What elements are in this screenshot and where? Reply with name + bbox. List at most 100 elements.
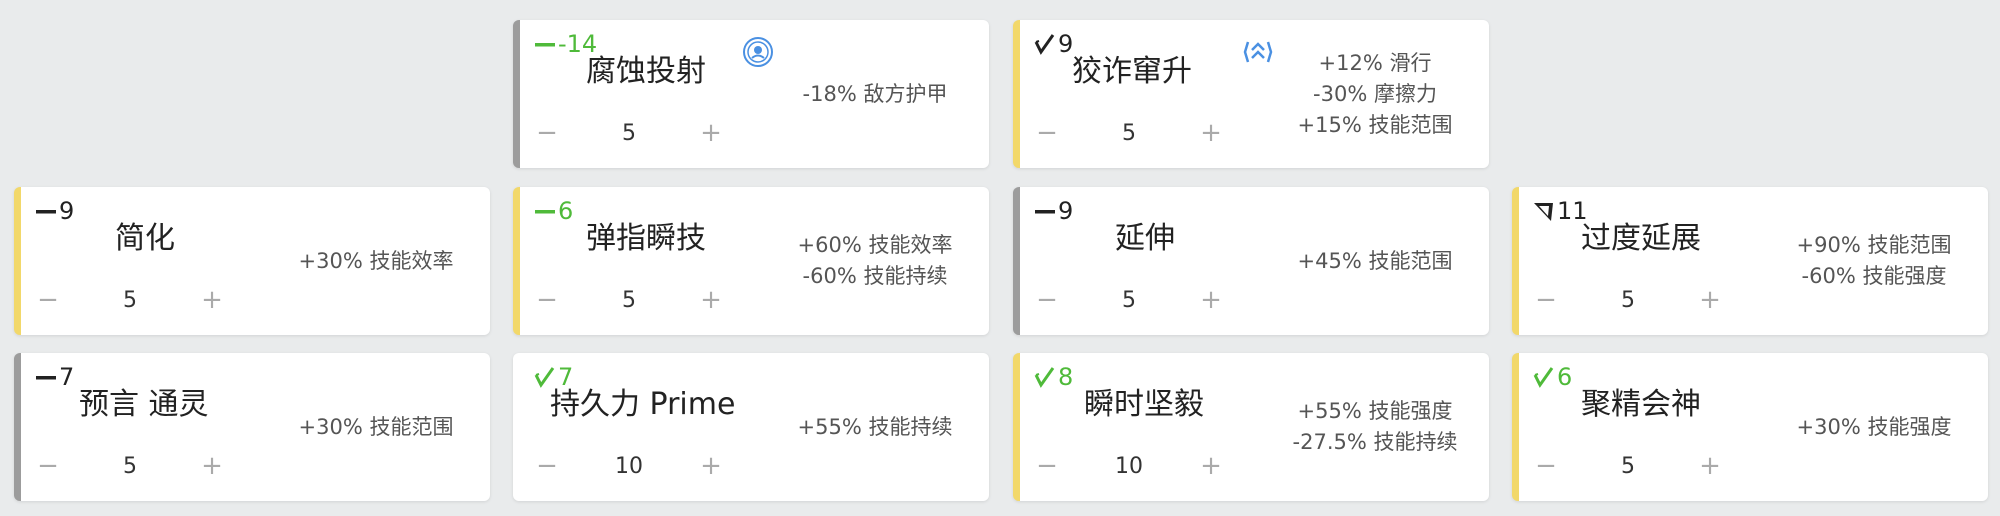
rank-increase-button[interactable]: + xyxy=(199,285,225,315)
dash-polarity-icon xyxy=(35,199,57,223)
rank-decrease-button[interactable]: − xyxy=(534,118,560,148)
mod-drain-value: 9 xyxy=(1058,30,1074,58)
rank-increase-button[interactable]: + xyxy=(1198,451,1224,481)
mod-stats: +90% 技能范围 -60% 技能强度 xyxy=(1769,187,1979,335)
vazarin-polarity-icon xyxy=(1533,199,1555,223)
mod-stats: +60% 技能效率 -60% 技能持续 xyxy=(770,187,980,335)
rank-value: 5 xyxy=(1621,287,1635,313)
rank-control: − 5 + xyxy=(1533,285,1723,315)
rank-decrease-button[interactable]: − xyxy=(534,285,560,315)
mod-card[interactable]: 9 延伸 − 5 + +45% 技能范围 xyxy=(1013,187,1489,335)
rank-increase-button[interactable]: + xyxy=(698,451,724,481)
mod-name: 预言 通灵 xyxy=(79,387,209,422)
rank-decrease-button[interactable]: − xyxy=(35,285,61,315)
mod-drain: 9 xyxy=(1034,30,1073,58)
rank-control: − 5 + xyxy=(534,118,724,148)
mod-stat-line: -30% 摩擦力 xyxy=(1313,81,1437,106)
mod-name: 持久力 Prime xyxy=(550,387,736,422)
rank-increase-button[interactable]: + xyxy=(1198,118,1224,148)
mod-drain-value: 9 xyxy=(1058,197,1074,225)
rank-control: − 10 + xyxy=(534,451,724,481)
rank-value: 10 xyxy=(1115,453,1143,479)
dash-polarity-icon xyxy=(534,199,556,223)
rank-decrease-button[interactable]: − xyxy=(1034,285,1060,315)
rank-control: − 5 + xyxy=(1034,285,1224,315)
mod-stats: +30% 技能强度 xyxy=(1769,353,1979,501)
mod-drain-value: 7 xyxy=(59,363,75,391)
mod-name: 聚精会神 xyxy=(1581,387,1701,422)
mod-card[interactable]: 6 聚精会神 − 5 + +30% 技能强度 xyxy=(1512,353,1988,501)
mod-stat-line: -18% 敌方护甲 xyxy=(802,81,948,106)
rank-increase-button[interactable]: + xyxy=(698,285,724,315)
rank-value: 10 xyxy=(615,453,643,479)
mod-name: 弹指瞬技 xyxy=(586,221,706,256)
mod-stats: +30% 技能效率 xyxy=(271,187,481,335)
mod-card[interactable]: 8 瞬时坚毅 − 10 + +55% 技能强度 -27.5% 技能持续 xyxy=(1013,353,1489,501)
rank-decrease-button[interactable]: − xyxy=(1034,451,1060,481)
rank-value: 5 xyxy=(622,120,636,146)
rank-decrease-button[interactable]: − xyxy=(1034,118,1060,148)
mod-name: 延伸 xyxy=(1115,221,1175,256)
mod-stats: +12% 滑行 -30% 摩擦力 +15% 技能范围 xyxy=(1270,20,1480,168)
rank-decrease-button[interactable]: − xyxy=(1533,451,1559,481)
rank-control: − 5 + xyxy=(35,451,225,481)
mod-drain: 6 xyxy=(534,197,573,225)
rank-increase-button[interactable]: + xyxy=(1697,285,1723,315)
madurai-polarity-icon xyxy=(1533,365,1555,389)
mod-stat-line: +15% 技能范围 xyxy=(1297,112,1453,137)
mod-stat-line: +60% 技能效率 xyxy=(797,233,953,257)
mod-stat-line: +12% 滑行 xyxy=(1318,50,1432,75)
mod-stat-line: -60% 技能持续 xyxy=(802,264,948,288)
madurai-polarity-icon xyxy=(1034,32,1056,56)
rank-value: 5 xyxy=(1621,453,1635,479)
mod-name: 过度延展 xyxy=(1581,221,1701,256)
mod-drain: 7 xyxy=(35,363,74,391)
mod-name: 瞬时坚毅 xyxy=(1084,387,1204,422)
rank-increase-button[interactable]: + xyxy=(1198,285,1224,315)
mod-stat-line: +30% 技能效率 xyxy=(298,248,454,273)
rank-control: − 5 + xyxy=(534,285,724,315)
mod-card[interactable]: 9 简化 − 5 + +30% 技能效率 xyxy=(14,187,490,335)
mod-stat-line: -27.5% 技能持续 xyxy=(1292,430,1458,454)
mod-stat-line: +90% 技能范围 xyxy=(1796,233,1952,257)
rank-increase-button[interactable]: + xyxy=(199,451,225,481)
rank-value: 5 xyxy=(1122,287,1136,313)
rank-value: 5 xyxy=(123,287,137,313)
dash-polarity-icon xyxy=(35,365,57,389)
mod-drain: 11 xyxy=(1533,197,1588,225)
rank-decrease-button[interactable]: − xyxy=(35,451,61,481)
mod-drain: 9 xyxy=(35,197,74,225)
rank-increase-button[interactable]: + xyxy=(1697,451,1723,481)
rank-decrease-button[interactable]: − xyxy=(534,451,560,481)
mod-drain-value: 6 xyxy=(558,197,574,225)
mod-card[interactable]: 11 过度延展 − 5 + +90% 技能范围 -60% 技能强度 xyxy=(1512,187,1988,335)
rank-value: 5 xyxy=(123,453,137,479)
mod-stat-line: -60% 技能强度 xyxy=(1801,264,1947,288)
rank-control: − 5 + xyxy=(35,285,225,315)
mod-stat-line: +30% 技能范围 xyxy=(298,414,454,439)
mod-stat-line: +45% 技能范围 xyxy=(1297,248,1453,273)
mod-drain-value: 9 xyxy=(59,197,75,225)
mod-drain-value: 6 xyxy=(1557,363,1573,391)
mod-stats: +55% 技能持续 xyxy=(770,353,980,501)
mod-card[interactable]: 9 狡诈窜升 − 5 + +12% 滑行 -30% 摩擦力 +15% 技能范围 xyxy=(1013,20,1489,168)
rank-control: − 5 + xyxy=(1533,451,1723,481)
mod-stat-line: +55% 技能持续 xyxy=(797,414,953,439)
mod-name: 腐蚀投射 xyxy=(586,54,706,89)
mod-card[interactable]: 7 预言 通灵 − 5 + +30% 技能范围 xyxy=(14,353,490,501)
mod-drain: 8 xyxy=(1034,363,1073,391)
mod-name: 简化 xyxy=(115,221,175,256)
madurai-polarity-icon xyxy=(534,365,556,389)
dash-polarity-icon xyxy=(1034,199,1056,223)
mod-card[interactable]: 7 持久力 Prime −10 + +55% 技能持续 xyxy=(513,353,989,501)
mod-stats: +55% 技能强度 -27.5% 技能持续 xyxy=(1270,353,1480,501)
rank-decrease-button[interactable]: − xyxy=(1533,285,1559,315)
mod-card[interactable]: 6 弹指瞬技 − 5 + +60% 技能效率 -60% 技能持续 xyxy=(513,187,989,335)
rank-control: − 10 + xyxy=(1034,451,1224,481)
rank-value: 5 xyxy=(622,287,636,313)
madurai-polarity-icon xyxy=(1034,365,1056,389)
rank-increase-button[interactable]: + xyxy=(698,118,724,148)
rank-value: 5 xyxy=(1122,120,1136,146)
mod-card[interactable]: -14 腐蚀投射 −5 + -18% 敌方护甲 xyxy=(513,20,989,168)
mod-drain: 6 xyxy=(1533,363,1572,391)
